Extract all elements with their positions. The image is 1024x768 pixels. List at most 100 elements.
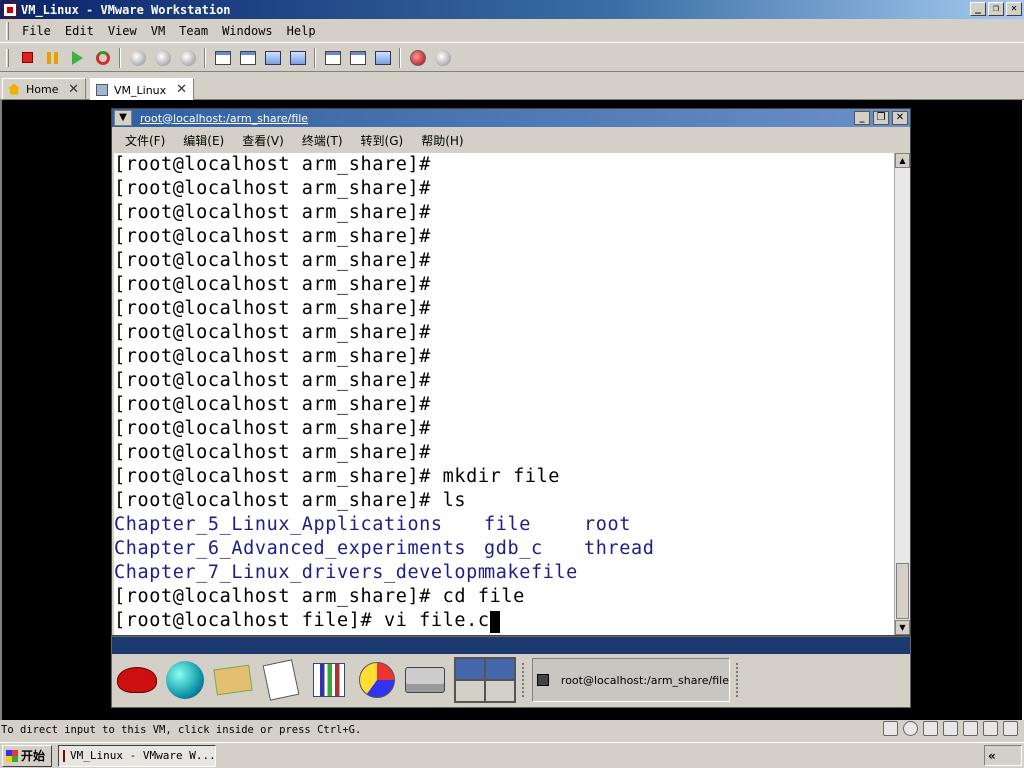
toolbar bbox=[0, 44, 1024, 72]
terminal-menu-terminal[interactable]: 终端(T) bbox=[293, 132, 352, 149]
sound-icon[interactable] bbox=[983, 721, 998, 736]
terminal-screen[interactable]: [root@localhost arm_share]# [root@localh… bbox=[114, 153, 896, 635]
writer-launcher[interactable] bbox=[258, 657, 304, 703]
console-view-button[interactable] bbox=[372, 47, 394, 69]
tab-vm-linux[interactable]: VM_Linux ✕ bbox=[90, 78, 194, 101]
terminal-window-controls: _ ❐ ✕ bbox=[854, 111, 910, 125]
record-button[interactable] bbox=[407, 47, 429, 69]
window-titlebar: VM_Linux - VMware Workstation _ ❐ ✕ bbox=[0, 0, 1024, 19]
web-browser-launcher[interactable] bbox=[162, 657, 208, 703]
panel-handle[interactable] bbox=[522, 663, 526, 697]
floppy-icon[interactable] bbox=[923, 721, 938, 736]
workspace-2[interactable] bbox=[486, 659, 514, 679]
windows-taskbar: 开始 VM_Linux - VMware W... « bbox=[0, 742, 1024, 768]
system-tray[interactable]: « bbox=[984, 745, 1022, 766]
terminal-minimize-button[interactable]: _ bbox=[854, 111, 870, 125]
terminal-input: [root@localhost file]# vi file.c bbox=[114, 610, 490, 631]
show-sidebar-button[interactable] bbox=[212, 47, 234, 69]
tray-expand-icon[interactable]: « bbox=[988, 749, 996, 763]
snapshot-manager-button[interactable] bbox=[177, 47, 199, 69]
minimize-button[interactable]: _ bbox=[970, 2, 986, 16]
full-screen-button[interactable] bbox=[262, 47, 284, 69]
workspace-switcher[interactable] bbox=[454, 657, 516, 703]
pause-icon bbox=[47, 51, 58, 64]
menu-windows[interactable]: Windows bbox=[215, 22, 280, 40]
message-log-icon[interactable] bbox=[1003, 721, 1018, 736]
text-cursor bbox=[489, 611, 500, 633]
scroll-down-icon[interactable]: ▼ bbox=[895, 620, 910, 635]
terminal-menu-edit[interactable]: 编辑(E) bbox=[174, 132, 233, 149]
panel-handle[interactable] bbox=[736, 663, 740, 697]
appliance-view-button[interactable] bbox=[347, 47, 369, 69]
unity-button[interactable] bbox=[287, 47, 309, 69]
vm-icon bbox=[96, 84, 108, 96]
terminal-menu-bar: 文件(F) 编辑(E) 查看(V) 终端(T) 转到(G) 帮助(H) bbox=[112, 127, 910, 153]
terminal-icon bbox=[537, 674, 549, 686]
appliance-icon bbox=[349, 50, 366, 65]
terminal-maximize-button[interactable]: ❐ bbox=[873, 111, 889, 125]
workspace-3[interactable] bbox=[456, 681, 484, 701]
menu-view[interactable]: View bbox=[101, 22, 144, 40]
snapshot-button[interactable] bbox=[127, 47, 149, 69]
network-icon[interactable] bbox=[943, 721, 958, 736]
terminal-titlebar: ▼ root@localhost:/arm_share/file _ ❐ ✕ bbox=[112, 109, 910, 127]
replay-button[interactable] bbox=[432, 47, 454, 69]
panel-top-strip bbox=[112, 637, 910, 654]
usb-icon[interactable] bbox=[963, 721, 978, 736]
menu-bar: File Edit View VM Team Windows Help bbox=[0, 20, 1024, 43]
workspace-4[interactable] bbox=[486, 681, 514, 701]
tab-home[interactable]: Home ✕ bbox=[2, 78, 86, 100]
terminal-line: [root@localhost arm_share]# bbox=[114, 226, 431, 247]
terminal-title: root@localhost:/arm_share/file bbox=[140, 111, 309, 125]
terminal-close-button[interactable]: ✕ bbox=[892, 111, 908, 125]
cd-rom-icon[interactable] bbox=[903, 721, 918, 736]
restore-button[interactable]: ❐ bbox=[988, 2, 1004, 16]
close-button[interactable]: ✕ bbox=[1006, 2, 1022, 16]
scroll-up-icon[interactable]: ▲ bbox=[895, 153, 910, 168]
hard-disk-icon[interactable] bbox=[883, 721, 898, 736]
terminal-menu-view[interactable]: 查看(V) bbox=[233, 132, 293, 149]
guest-panel: root@localhost:/arm_share/file bbox=[111, 636, 911, 708]
quick-switch-button[interactable] bbox=[237, 47, 259, 69]
revert-snapshot-button[interactable] bbox=[152, 47, 174, 69]
terminal-line: [root@localhost arm_share]# bbox=[114, 154, 431, 175]
print-manager-launcher[interactable] bbox=[402, 657, 448, 703]
start-button[interactable]: 开始 bbox=[2, 744, 52, 767]
window-menu-button[interactable]: ▼ bbox=[114, 110, 132, 126]
ls-entry: makefile bbox=[484, 562, 578, 583]
taskbar-window-button[interactable]: VM_Linux - VMware W... bbox=[58, 744, 216, 767]
terminal-menu-goto[interactable]: 转到(G) bbox=[352, 132, 413, 149]
tab-label: VM_Linux bbox=[114, 83, 167, 97]
email-launcher[interactable] bbox=[210, 657, 256, 703]
menu-edit[interactable]: Edit bbox=[58, 22, 101, 40]
power-on-button[interactable] bbox=[67, 47, 89, 69]
menu-team[interactable]: Team bbox=[172, 22, 215, 40]
menu-file[interactable]: File bbox=[15, 22, 58, 40]
terminal-line: [root@localhost arm_share]# bbox=[114, 394, 431, 415]
terminal-scrollbar[interactable]: ▲ ▼ bbox=[894, 153, 910, 635]
power-off-button[interactable] bbox=[17, 47, 39, 69]
menu-help[interactable]: Help bbox=[280, 22, 323, 40]
terminal-window[interactable]: ▼ root@localhost:/arm_share/file _ ❐ ✕ 文… bbox=[111, 108, 911, 636]
window-title: VM_Linux - VMware Workstation bbox=[21, 2, 231, 17]
sidebar-icon bbox=[214, 50, 231, 65]
presentation-launcher[interactable] bbox=[354, 657, 400, 703]
close-tab-icon[interactable]: ✕ bbox=[68, 82, 79, 97]
tab-bar: Home ✕ VM_Linux ✕ bbox=[0, 76, 1024, 101]
workspace-1[interactable] bbox=[456, 659, 484, 679]
reset-button[interactable] bbox=[92, 47, 114, 69]
record-icon bbox=[409, 49, 426, 66]
close-tab-icon[interactable]: ✕ bbox=[176, 82, 187, 97]
guest-task-button[interactable]: root@localhost:/arm_share/file bbox=[532, 658, 730, 702]
scrollbar-thumb[interactable] bbox=[896, 563, 909, 619]
suspend-button[interactable] bbox=[42, 47, 64, 69]
terminal-line: [root@localhost arm_share]# bbox=[114, 442, 431, 463]
menu-vm[interactable]: VM bbox=[144, 22, 172, 40]
summary-view-button[interactable] bbox=[322, 47, 344, 69]
spreadsheet-launcher[interactable] bbox=[306, 657, 352, 703]
main-menu-button[interactable] bbox=[114, 657, 160, 703]
terminal-menu-file[interactable]: 文件(F) bbox=[116, 132, 174, 149]
terminal-menu-help[interactable]: 帮助(H) bbox=[412, 132, 472, 149]
status-message: To direct input to this VM, click inside… bbox=[1, 724, 362, 736]
terminal-line: [root@localhost arm_share]# mkdir file bbox=[114, 466, 561, 487]
